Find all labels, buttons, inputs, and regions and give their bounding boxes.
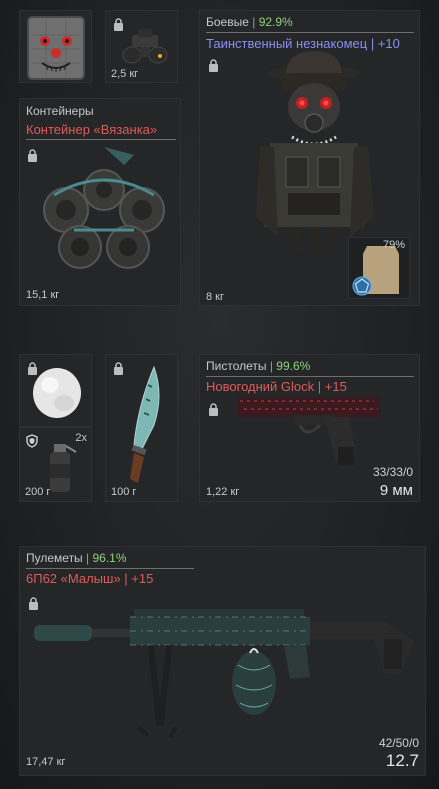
armor-slot[interactable]: Боевые | 92.9% Таинственный незнакомец |… (199, 10, 420, 306)
armor-category: Боевые (206, 15, 249, 29)
mg-caliber: 12.7 (385, 751, 419, 770)
armor-bonus: +10 (377, 36, 400, 51)
pistol-weight: 1,22 кг (206, 486, 240, 498)
armor-percent: 92.9% (258, 15, 293, 29)
pistol-image (238, 397, 380, 465)
pentagon-plate-icon (352, 276, 372, 298)
knife-slot[interactable]: 100 г (105, 354, 178, 502)
pistol-category-underline (206, 376, 414, 377)
mg-bonus: +15 (131, 571, 154, 586)
lock-icon (113, 362, 124, 375)
mg-category: Пулеметы (26, 551, 83, 565)
pistol-category-line: Пистолеты | 99.6% (206, 359, 310, 373)
mg-percent: 96.1% (92, 551, 127, 565)
armor-plate-slot[interactable]: 79% (348, 237, 410, 299)
pistol-category: Пистолеты (206, 359, 267, 373)
armor-category-line: Боевые | 92.9% (206, 15, 293, 29)
container-weight: 15,1 кг (26, 289, 60, 301)
container-category: Контейнеры (26, 104, 94, 118)
pistol-ammo: 33/33/0 (372, 465, 413, 479)
armor-figure-image (256, 51, 374, 254)
nvg-weight: 2,5 кг (111, 68, 139, 80)
container-image (43, 147, 165, 269)
snowball-slot[interactable] (19, 354, 92, 427)
grenade-slot[interactable]: 2x 200 г (19, 427, 92, 502)
pistol-caliber: 9 мм (379, 482, 413, 499)
armor-category-underline (206, 32, 414, 33)
snowball-image (33, 368, 81, 418)
mg-category-line: Пулеметы | 96.1% (26, 551, 127, 565)
shield-icon (26, 434, 38, 453)
grenade-weight: 200 г (25, 486, 51, 498)
clown-mask-image (27, 16, 85, 80)
mg-weight: 17,47 кг (26, 756, 66, 768)
mg-name-line: 6П62 «Малыш» | +15 (26, 571, 153, 586)
nvg-slot[interactable]: 2,5 кг (105, 10, 178, 83)
mask-slot[interactable] (19, 10, 92, 83)
pistol-percent: 99.6% (276, 359, 311, 373)
mg-ammo: 42/50/0 (378, 736, 419, 750)
machine-gun-slot[interactable]: Пулеметы | 96.1% 6П62 «Малыш» | +15 17,4… (19, 546, 426, 776)
pistol-slot[interactable]: Пистолеты | 99.6% Новогодний Glock | +15… (199, 354, 420, 502)
mg-category-underline (26, 568, 194, 569)
machine-gun-image (34, 609, 414, 739)
night-vision-image (122, 29, 168, 64)
lock-icon (208, 403, 219, 416)
knife-weight: 100 г (111, 486, 137, 498)
armor-plate-percent: 79% (382, 239, 405, 251)
mg-name: 6П62 «Малыш» (26, 571, 121, 586)
container-slot[interactable]: Контейнеры Контейнер «Вязанка» 15,1 кг (19, 98, 181, 306)
armor-weight: 8 кг (206, 291, 224, 303)
knife-image (130, 365, 160, 483)
lock-icon (208, 59, 219, 72)
